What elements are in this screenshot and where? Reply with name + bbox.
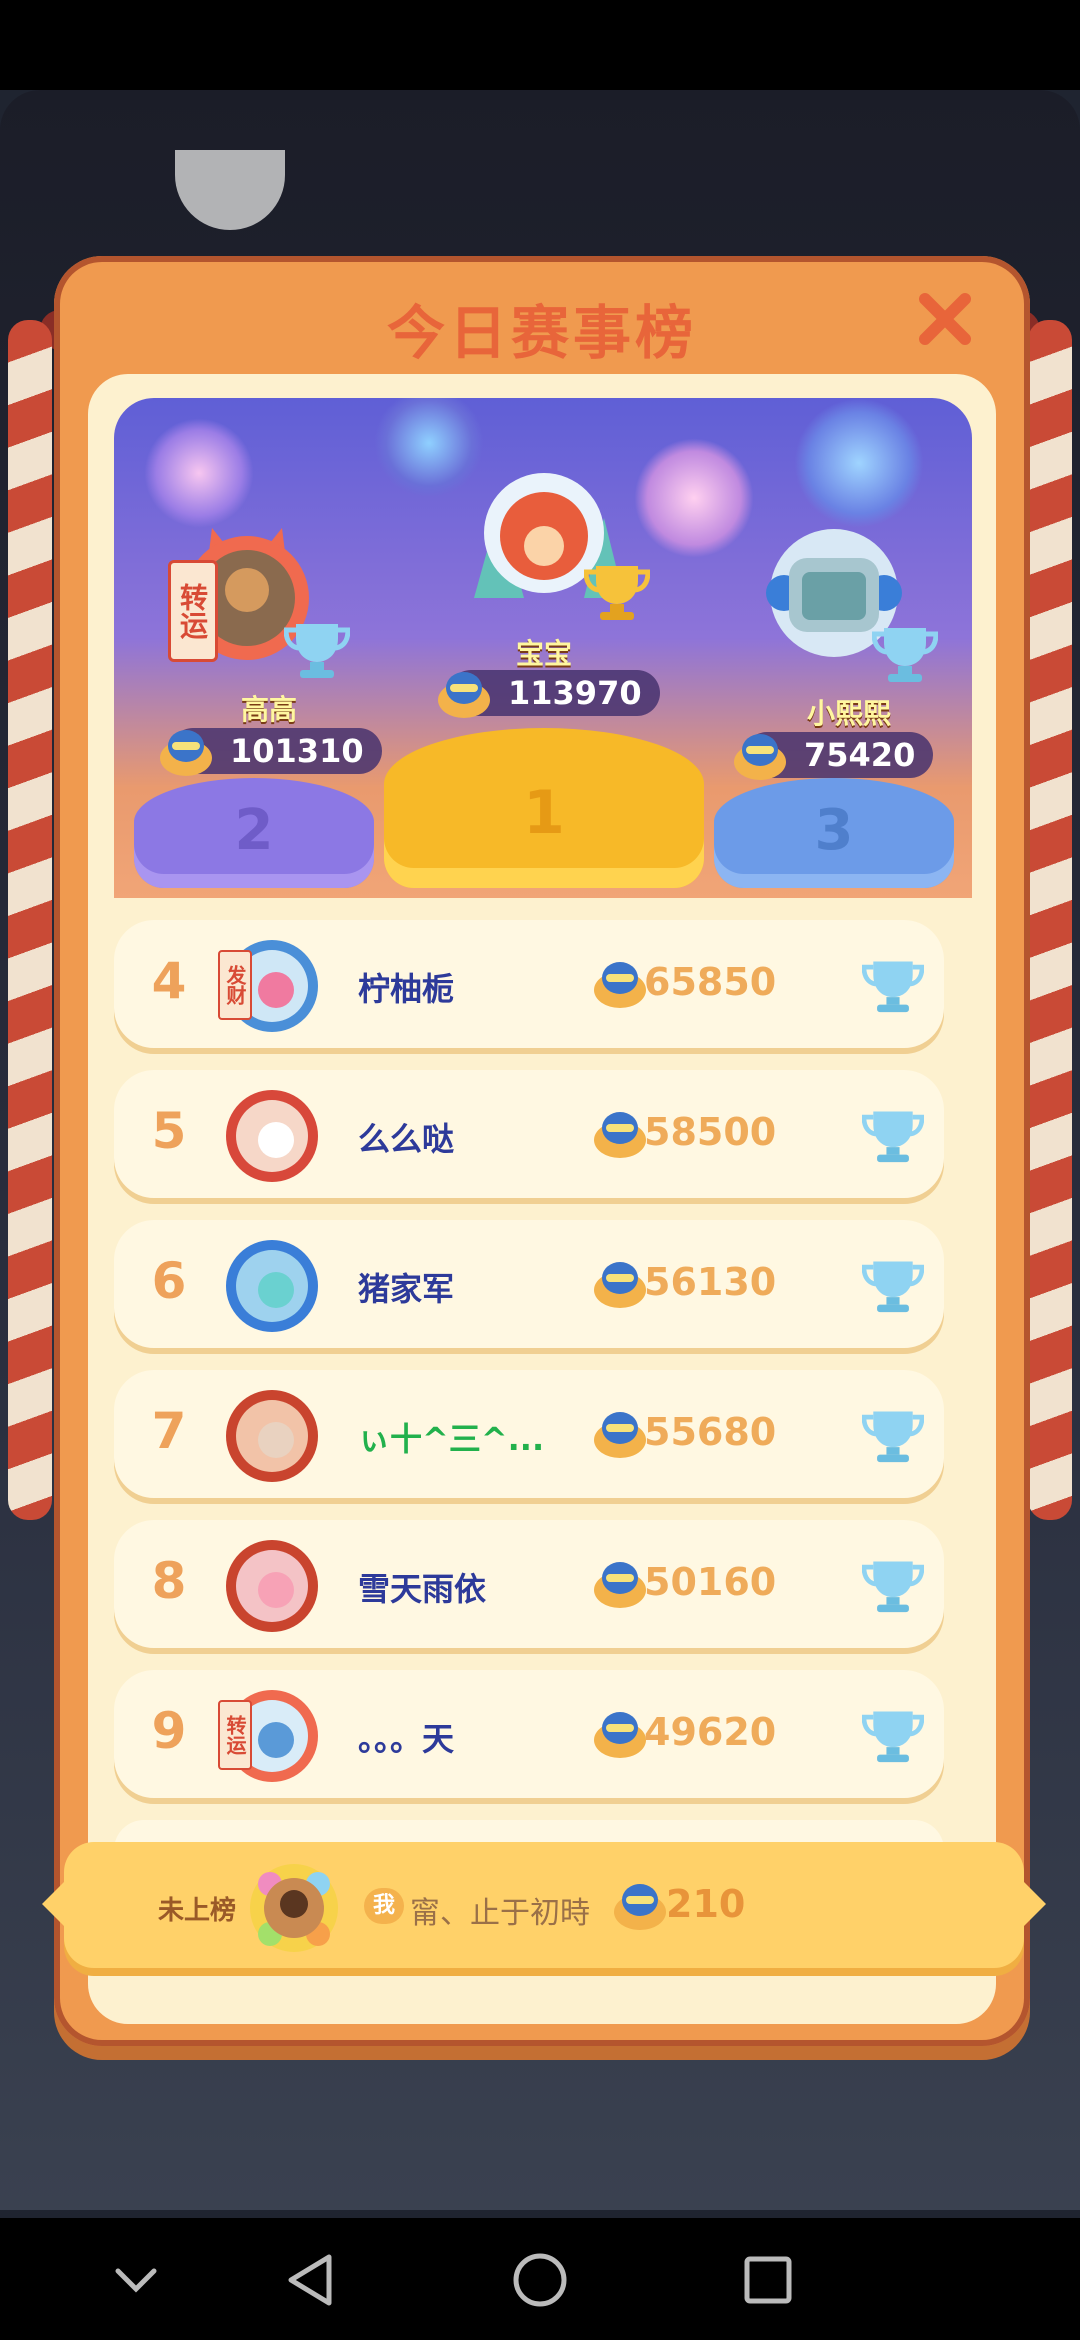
back-triangle-icon xyxy=(288,2254,332,2306)
podium-2-name: 高高 xyxy=(240,693,297,726)
trophy-icon[interactable] xyxy=(862,1254,924,1314)
rank-number: 5 xyxy=(151,1102,187,1160)
leaderboard-panel: 今日赛事榜 转运 宝宝 高高 xyxy=(54,256,1030,2046)
trophy-icon[interactable] xyxy=(862,1704,924,1764)
player-avatar xyxy=(226,1540,318,1632)
rank-number: 7 xyxy=(151,1402,187,1460)
leaderboard-content: 转运 宝宝 高高 101310 2 xyxy=(88,374,996,2024)
podium-2-score: 101310 xyxy=(160,728,382,776)
gate-pillar-left xyxy=(8,320,52,1520)
podium-1-name: 宝宝 xyxy=(515,637,572,670)
trophy-icon[interactable] xyxy=(862,1554,924,1614)
rank-number: 6 xyxy=(151,1252,187,1310)
player-score: 55680 xyxy=(644,1410,777,1454)
status-bar xyxy=(0,0,1080,90)
me-badge: 我 xyxy=(364,1888,404,1924)
trophy-icon[interactable] xyxy=(862,1104,924,1164)
leaderboard-row[interactable]: 4 柠柚栀 65850 发财 xyxy=(114,920,944,1048)
trophy-icon xyxy=(872,628,938,682)
leaderboard-row[interactable]: 7 ぃ十^三^... 55680 xyxy=(114,1370,944,1498)
player-score: 50160 xyxy=(644,1560,777,1604)
podium-1-score: 113970 xyxy=(438,670,660,718)
nav-recents-button[interactable] xyxy=(736,2248,800,2312)
coin-icon xyxy=(160,730,212,776)
coin-icon xyxy=(438,672,490,718)
rank-number: 4 xyxy=(151,952,187,1010)
close-icon xyxy=(919,293,971,345)
nav-collapse-button[interactable] xyxy=(104,2248,168,2312)
player-avatar xyxy=(226,1240,318,1332)
coin-icon xyxy=(594,1412,646,1458)
panel-title: 今日赛事榜 xyxy=(386,299,697,367)
podium-3-name: 小熙熙 xyxy=(806,697,891,730)
podium-area: 转运 宝宝 高高 101310 2 xyxy=(114,398,972,898)
trophy-icon xyxy=(284,624,350,678)
coin-icon xyxy=(594,1562,646,1608)
close-button[interactable] xyxy=(910,284,980,354)
player-score: 56130 xyxy=(644,1260,777,1304)
player-score: 65850 xyxy=(644,960,777,1004)
podium-2-badge: 转运 xyxy=(168,560,218,662)
player-name: 么么哒 xyxy=(358,1120,455,1158)
firework xyxy=(634,438,754,558)
my-rank-bar: 未上榜 我 甯、止于初時 210 xyxy=(42,1842,1046,1968)
coin-icon xyxy=(734,734,786,780)
avatar-badge: 转运 xyxy=(218,1700,252,1770)
player-name: 雪天雨依 xyxy=(358,1570,487,1608)
podium-2-score-value: 101310 xyxy=(230,732,364,770)
top-button[interactable] xyxy=(175,150,285,230)
player-name: 猪家军 xyxy=(358,1270,455,1308)
navigation-bar xyxy=(0,2218,1080,2340)
chevron-down-icon xyxy=(115,2268,157,2293)
coin-icon xyxy=(614,1884,666,1930)
my-rank-status: 未上榜 xyxy=(158,1896,237,1926)
player-avatar xyxy=(226,1090,318,1182)
player-name: 。。。天 xyxy=(358,1720,455,1758)
player-name: ぃ十^三^... xyxy=(358,1420,545,1458)
leaderboard-row[interactable]: 6 猪家军 56130 xyxy=(114,1220,944,1348)
nav-home-button[interactable] xyxy=(508,2248,572,2312)
podium-3-score-value: 75420 xyxy=(804,736,916,774)
player-avatar xyxy=(226,1390,318,1482)
leaderboard-row[interactable]: 5 么么哒 58500 xyxy=(114,1070,944,1198)
nav-back-button[interactable] xyxy=(278,2248,342,2312)
avatar-badge: 发财 xyxy=(218,950,252,1020)
player-score: 49620 xyxy=(644,1710,777,1754)
leaderboard-row[interactable]: 8 雪天雨依 50160 xyxy=(114,1520,944,1648)
coin-icon xyxy=(594,1262,646,1308)
my-score: 210 xyxy=(666,1882,746,1926)
my-avatar xyxy=(250,1864,338,1952)
recents-square-icon xyxy=(744,2256,792,2304)
home-circle-icon xyxy=(513,2253,567,2307)
my-name: 甯、止于初時 xyxy=(410,1896,590,1931)
coin-icon xyxy=(594,1712,646,1758)
podium-1-number: 1 xyxy=(523,778,565,848)
leaderboard-row[interactable]: 9 。。。天 49620 转运 xyxy=(114,1670,944,1798)
podium-1-score-value: 113970 xyxy=(508,674,642,712)
podium-3-score: 75420 xyxy=(734,732,934,780)
trophy-icon xyxy=(584,566,650,620)
coin-icon xyxy=(594,962,646,1008)
podium-2-number: 2 xyxy=(234,798,274,863)
coin-icon xyxy=(594,1112,646,1158)
trophy-icon[interactable] xyxy=(862,954,924,1014)
gate-pillar-right xyxy=(1028,320,1072,1520)
podium-3-number: 3 xyxy=(814,798,854,863)
rank-number: 9 xyxy=(151,1702,187,1760)
player-score: 58500 xyxy=(644,1110,777,1154)
trophy-icon[interactable] xyxy=(862,1404,924,1464)
rank-number: 8 xyxy=(151,1552,187,1610)
player-name: 柠柚栀 xyxy=(358,970,455,1008)
